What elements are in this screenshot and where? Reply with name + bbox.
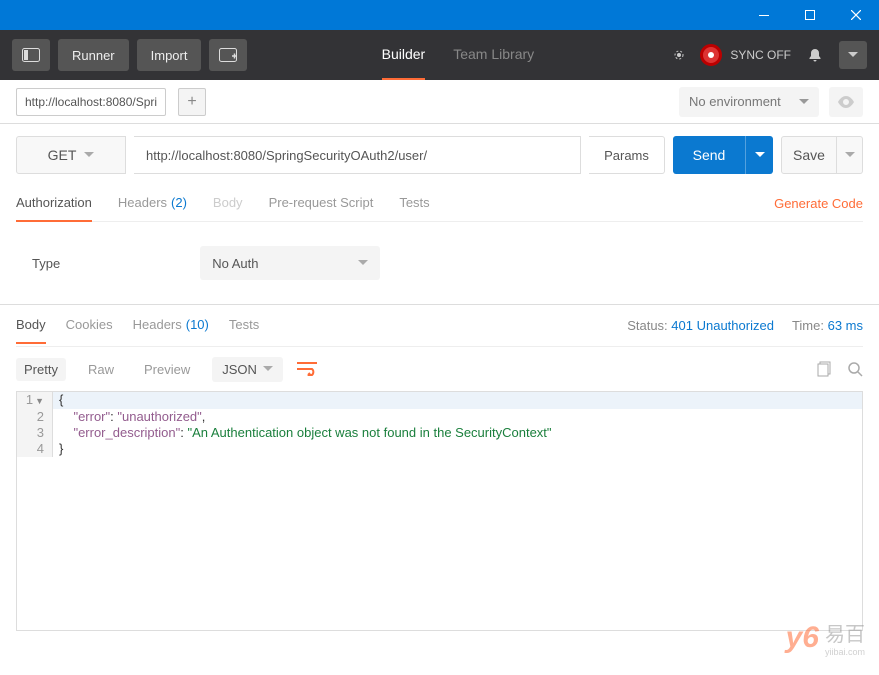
wrap-lines-icon[interactable]: [297, 362, 317, 376]
environment-select[interactable]: No environment: [679, 87, 819, 117]
search-response-icon[interactable]: [847, 361, 863, 377]
params-button[interactable]: Params: [589, 136, 665, 174]
sync-status[interactable]: SYNC OFF: [700, 44, 791, 66]
user-menu-button[interactable]: [839, 41, 867, 69]
request-tab[interactable]: http://localhost:8080/Spri: [16, 88, 166, 116]
response-subtabs: Body Cookies Headers (10) Tests Status: …: [16, 305, 863, 347]
view-pretty-button[interactable]: Pretty: [16, 358, 66, 381]
new-tab-button[interactable]: [209, 39, 247, 71]
tab-team-library[interactable]: Team Library: [453, 30, 534, 80]
url-input[interactable]: [134, 136, 581, 174]
auth-type-select[interactable]: No Auth: [200, 246, 380, 280]
subtab-prerequest[interactable]: Pre-request Script: [269, 186, 374, 222]
save-dropdown-button[interactable]: [837, 136, 863, 174]
maximize-button[interactable]: [787, 0, 833, 30]
authorization-panel: Type No Auth: [16, 222, 863, 304]
view-preview-button[interactable]: Preview: [136, 358, 198, 381]
copy-response-icon[interactable]: [817, 361, 833, 377]
subtab-tests[interactable]: Tests: [399, 186, 429, 222]
auth-type-value: No Auth: [212, 256, 258, 271]
http-method-select[interactable]: GET: [16, 136, 126, 174]
sync-indicator-icon: [700, 44, 722, 66]
resp-subtab-body[interactable]: Body: [16, 308, 46, 344]
url-row: GET Params Send Save: [16, 136, 863, 174]
chevron-down-icon: [799, 99, 809, 105]
close-button[interactable]: [833, 0, 879, 30]
toggle-sidebar-button[interactable]: [12, 39, 50, 71]
save-button[interactable]: Save: [781, 136, 837, 174]
add-request-tab-button[interactable]: +: [178, 88, 206, 116]
notifications-icon[interactable]: [801, 41, 829, 69]
subtab-headers[interactable]: Headers (2): [118, 186, 187, 222]
time-display: Time: 63 ms: [792, 318, 863, 333]
time-value: 63 ms: [828, 318, 863, 333]
request-subtabs: Authorization Headers (2) Body Pre-reque…: [16, 186, 863, 222]
format-value: JSON: [222, 362, 257, 377]
headers-count: (2): [171, 195, 187, 210]
format-select[interactable]: JSON: [212, 357, 283, 382]
subtab-authorization[interactable]: Authorization: [16, 186, 92, 222]
environment-value: No environment: [689, 94, 781, 109]
auth-type-label: Type: [32, 256, 60, 271]
resp-headers-count: (10): [186, 317, 209, 332]
proxy-icon[interactable]: [668, 44, 690, 66]
view-raw-button[interactable]: Raw: [80, 358, 122, 381]
environment-quicklook-button[interactable]: [829, 87, 863, 117]
response-body[interactable]: 1▼{ 2 "error": "unauthorized", 3 "error_…: [16, 391, 863, 631]
window-titlebar: [0, 0, 879, 30]
resp-subtab-cookies[interactable]: Cookies: [66, 308, 113, 344]
tab-builder[interactable]: Builder: [382, 30, 426, 80]
subtab-body[interactable]: Body: [213, 186, 243, 222]
sync-label: SYNC OFF: [730, 48, 791, 62]
generate-code-link[interactable]: Generate Code: [774, 196, 863, 211]
method-value: GET: [48, 147, 77, 163]
runner-button[interactable]: Runner: [58, 39, 129, 71]
send-dropdown-button[interactable]: [745, 136, 773, 174]
chevron-down-icon: [84, 152, 94, 158]
chevron-down-icon: [358, 260, 368, 266]
app-toolbar: Runner Import Builder Team Library SYNC …: [0, 30, 879, 80]
request-tabs-bar: http://localhost:8080/Spri + No environm…: [0, 80, 879, 124]
response-view-controls: Pretty Raw Preview JSON: [16, 347, 863, 391]
status-display: Status: 401 Unauthorized: [627, 318, 774, 333]
import-button[interactable]: Import: [137, 39, 202, 71]
resp-subtab-tests[interactable]: Tests: [229, 308, 259, 344]
status-value: 401 Unauthorized: [671, 318, 774, 333]
minimize-button[interactable]: [741, 0, 787, 30]
resp-subtab-headers[interactable]: Headers (10): [133, 308, 209, 344]
send-button[interactable]: Send: [673, 136, 745, 174]
chevron-down-icon: [263, 366, 273, 372]
